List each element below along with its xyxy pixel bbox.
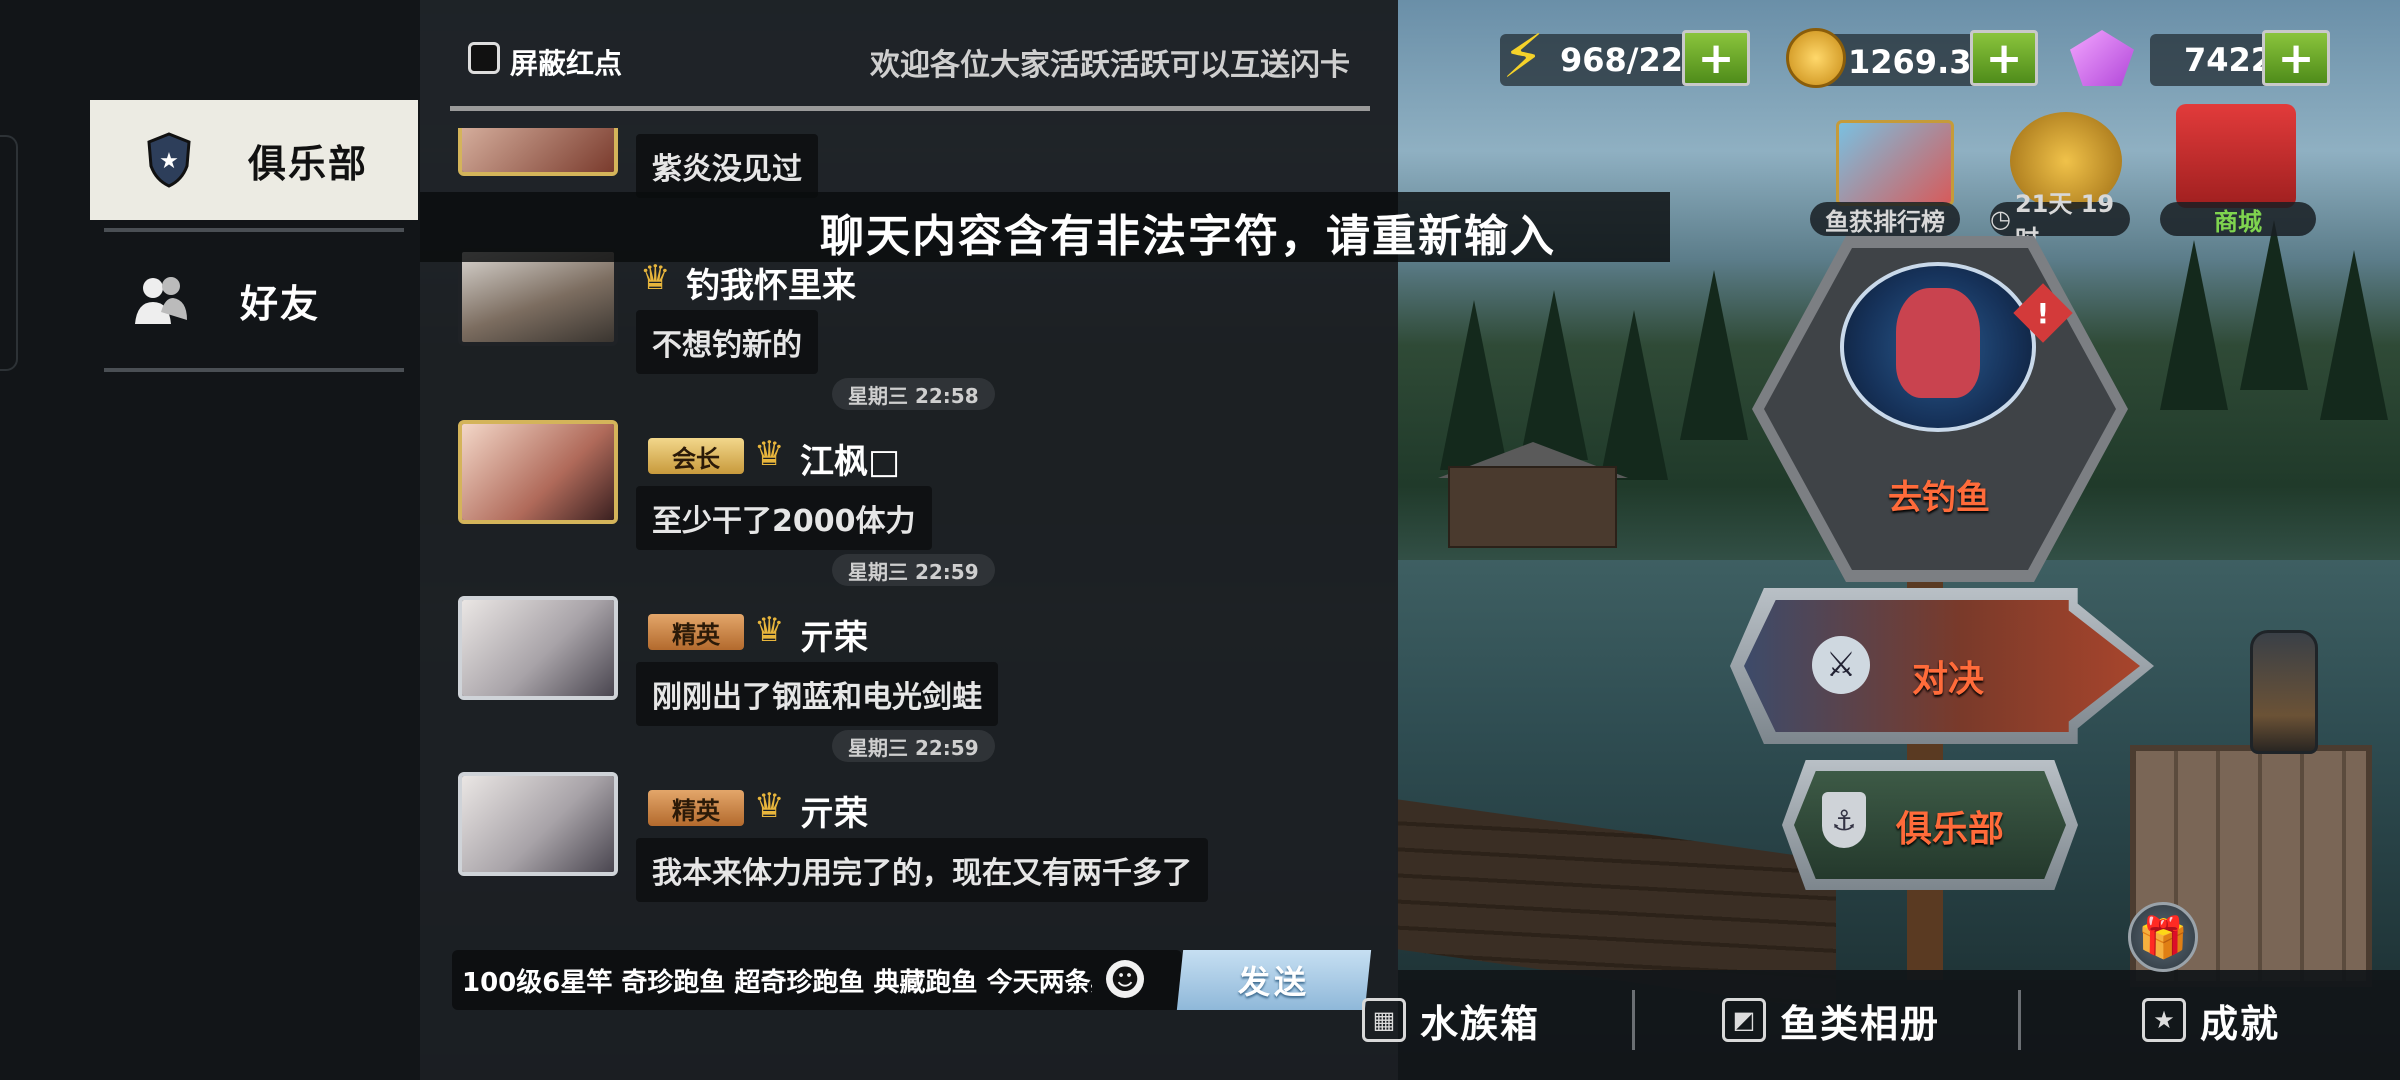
nav-label: 成就	[2200, 1001, 2281, 1046]
gift-icon[interactable]: 🎁	[2128, 902, 2198, 972]
chat-input-value[interactable]: 100级6星竿 奇珍跑鱼 超奇珍跑鱼 典藏跑鱼 今天两条典藏	[462, 962, 1092, 999]
nav-label: 鱼类相册	[1780, 1001, 1941, 1046]
duel-label[interactable]: 对决	[1912, 650, 1984, 702]
message-bubble: 不想钓新的	[636, 310, 818, 374]
chat-divider	[450, 106, 1370, 111]
rank-badge: 会长	[648, 438, 744, 474]
vip-crown-icon: ♛	[754, 610, 785, 650]
pine-tree	[1680, 270, 1748, 440]
toast-message: 聊天内容含有非法字符，请重新输入	[820, 211, 1556, 262]
message-timestamp: 星期三 22:59	[832, 730, 995, 762]
user-name[interactable]: 亓荣	[800, 610, 868, 659]
event-timer: ◷21天 19时	[1990, 190, 2130, 253]
sidebar-handle[interactable]	[0, 135, 18, 371]
shield-badge-icon: ★	[138, 129, 200, 191]
svg-text:★: ★	[159, 149, 179, 174]
friends-icon	[130, 269, 192, 331]
sidebar-tab-friends[interactable]: 好友	[90, 240, 418, 360]
user-avatar[interactable]	[458, 772, 618, 876]
nav-separator	[2018, 990, 2021, 1050]
achievement-icon: ★	[2142, 998, 2186, 1042]
user-name[interactable]: 钓我怀里来	[686, 258, 856, 307]
aquarium-icon: ▦	[1362, 998, 1406, 1042]
user-avatar[interactable]	[458, 248, 618, 346]
catch-leaderboard-icon[interactable]	[1836, 120, 1954, 206]
club-label[interactable]: 俱乐部	[1896, 800, 2004, 852]
message-timestamp: 星期三 22:58	[832, 378, 995, 410]
send-button-label: 发送	[1237, 963, 1310, 1001]
nav-label: 水族箱	[1420, 1001, 1541, 1046]
pine-tree	[2160, 240, 2228, 410]
sidebar-tab-label: 好友	[240, 281, 321, 326]
message-bubble: 我本来体力用完了的，现在又有两千多了	[636, 838, 1208, 902]
fish-album-icon: ◩	[1722, 998, 1766, 1042]
nav-achievement[interactable]: ★ 成就	[2142, 990, 2280, 1050]
vip-crown-icon: ♛	[640, 258, 671, 298]
club-notice: 欢迎各位大家活跃活跃可以互送闪卡	[870, 48, 1350, 83]
user-avatar[interactable]	[458, 420, 618, 524]
sidebar-tab-label: 俱乐部	[248, 141, 369, 186]
vip-crown-icon: ♛	[754, 434, 785, 474]
anchor-shield-icon: ⚓	[1822, 792, 1866, 848]
shop-label[interactable]: 商城	[2160, 202, 2316, 236]
send-button[interactable]: 发送	[1176, 950, 1372, 1010]
duel-icon: ⚔	[1812, 636, 1870, 694]
pine-tree	[1520, 290, 1588, 460]
sidebar-divider	[104, 368, 404, 372]
add-energy-button[interactable]: +	[1682, 30, 1750, 86]
add-gems-button[interactable]: +	[2262, 30, 2330, 86]
message-bubble: 紫炎没见过	[636, 134, 818, 198]
add-coins-button[interactable]: +	[1970, 30, 2038, 86]
shop-cart-icon[interactable]	[2176, 104, 2296, 208]
sidebar-tab-club[interactable]: ★ 俱乐部	[90, 100, 418, 220]
lake-cabin	[1448, 466, 1617, 548]
rank-badge: 精英	[648, 790, 744, 826]
gem-value: 7422	[2184, 41, 2274, 79]
coin-icon	[1786, 28, 1846, 88]
smiley-icon[interactable]: ☻	[1106, 960, 1144, 998]
go-fishing-label[interactable]: 去钓鱼	[1864, 470, 2014, 519]
user-avatar[interactable]	[458, 596, 618, 700]
pine-tree	[2240, 220, 2308, 390]
clock-icon: ◷	[1990, 205, 2011, 233]
squid-emblem-icon	[1896, 288, 1980, 398]
mute-red-dots-label: 屏蔽红点	[510, 47, 623, 80]
message-bubble: 刚刚出了钢蓝和电光剑蛙	[636, 662, 998, 726]
catch-leaderboard-label[interactable]: 鱼获排行榜	[1810, 202, 1960, 236]
pine-tree	[2320, 250, 2388, 420]
message-timestamp: 星期三 22:59	[832, 554, 995, 586]
user-name[interactable]: 江枫□	[800, 434, 900, 483]
sidebar-divider	[104, 228, 404, 232]
mute-red-dots-checkbox[interactable]	[468, 42, 500, 74]
lantern	[2250, 630, 2318, 754]
message-bubble: 至少干了2000体力	[636, 486, 932, 550]
rank-badge: 精英	[648, 614, 744, 650]
lightning-icon: ⚡	[1502, 22, 1545, 92]
user-name[interactable]: 亓荣	[800, 786, 868, 835]
vip-crown-icon: ♛	[754, 786, 785, 826]
nav-fish-album[interactable]: ◩ 鱼类相册	[1722, 990, 1940, 1050]
nav-separator	[1632, 990, 1635, 1050]
nav-aquarium[interactable]: ▦ 水族箱	[1362, 990, 1540, 1050]
